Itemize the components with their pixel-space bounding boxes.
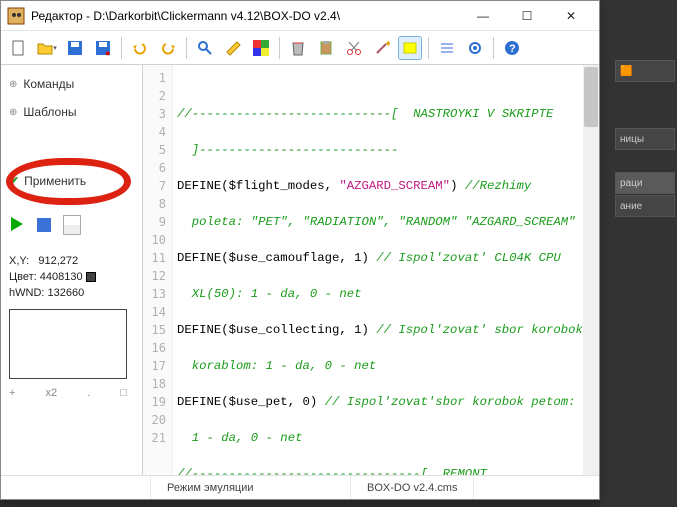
svg-text:?: ? (509, 43, 516, 55)
highlight-toggle[interactable] (398, 36, 422, 60)
window-title: Редактор - D:\Darkorbit\Clickermann v4.1… (31, 9, 461, 23)
chevron-right-icon: ⊕ (9, 79, 17, 90)
app-icon (7, 7, 25, 25)
bg-remnant-3: ание (615, 195, 675, 217)
color-label: Цвет: (9, 271, 37, 283)
color-value: 4408130 (40, 271, 83, 283)
color-picker-button[interactable] (249, 36, 273, 60)
zoom-in-button[interactable]: + (9, 387, 15, 399)
hwnd-label: hWND: (9, 287, 44, 299)
preview-canvas[interactable] (9, 309, 127, 379)
save-button[interactable] (63, 36, 87, 60)
editor-window: Редактор - D:\Darkorbit\Clickermann v4.1… (0, 0, 600, 500)
cut-button[interactable] (342, 36, 366, 60)
commands-label: Команды (23, 77, 74, 91)
line-gutter: 123456789101112131415161718192021 (143, 65, 173, 475)
paste-button[interactable] (314, 36, 338, 60)
commands-panel-toggle[interactable]: ⊕ Команды (9, 73, 134, 95)
sidebar: ⊕ Команды ⊕ Шаблоны ✔ Применить X,Y: 912… (1, 65, 143, 475)
undo-button[interactable] (128, 36, 152, 60)
preview-dot[interactable]: . (87, 387, 90, 399)
background-app: 🟧 ницы раци ание (600, 0, 677, 507)
bg-remnant-1: ницы (615, 128, 675, 150)
status-file: BOX-DO v2.4.cms (351, 476, 474, 499)
info-panel: X,Y: 912,272 Цвет: 4408130 hWND: 132660 (9, 253, 134, 301)
status-mode: Режим эмуляции (151, 476, 351, 499)
toolbar: ▾ ● ✦ ? (1, 31, 599, 65)
code-editor[interactable]: 123456789101112131415161718192021 //----… (143, 65, 599, 475)
find-button[interactable] (193, 36, 217, 60)
svg-text:●: ● (105, 48, 110, 56)
preview-box-toggle[interactable]: □ (120, 387, 127, 399)
chevron-right-icon: ⊕ (9, 107, 17, 118)
new-file-button[interactable] (7, 36, 31, 60)
save-as-button[interactable]: ● (91, 36, 115, 60)
status-left (1, 476, 151, 499)
code-text[interactable]: //---------------------------[ NASTROYKI… (173, 65, 599, 475)
svg-text:✦: ✦ (384, 40, 390, 50)
maximize-button[interactable]: ☐ (505, 1, 549, 31)
ruler-button[interactable] (221, 36, 245, 60)
preview-controls: + x2 . □ (9, 387, 127, 399)
titlebar: Редактор - D:\Darkorbit\Clickermann v4.1… (1, 1, 599, 31)
bg-remnant-2: раци (615, 172, 675, 194)
check-icon: ✔ (9, 174, 19, 188)
statusbar: Режим эмуляции BOX-DO v2.4.cms (1, 475, 599, 499)
open-file-button[interactable]: ▾ (35, 36, 59, 60)
help-button[interactable]: ? (500, 36, 524, 60)
delete-button[interactable] (286, 36, 310, 60)
templates-panel-toggle[interactable]: ⊕ Шаблоны (9, 101, 134, 123)
bg-remnant-icon: 🟧 (615, 60, 675, 82)
stop-button[interactable] (37, 218, 51, 232)
xy-value: 912,272 (38, 255, 78, 267)
run-controls (9, 215, 134, 235)
settings-button[interactable] (463, 36, 487, 60)
templates-label: Шаблоны (23, 105, 76, 119)
vertical-scrollbar[interactable] (583, 65, 599, 475)
apply-label: Применить (24, 174, 86, 188)
redo-button[interactable] (156, 36, 180, 60)
close-button[interactable]: ✕ (549, 1, 593, 31)
scrollbar-thumb[interactable] (584, 67, 598, 127)
log-button[interactable] (63, 215, 81, 235)
play-button[interactable] (9, 216, 25, 235)
apply-button[interactable]: ✔ Применить (9, 169, 134, 193)
magic-button[interactable]: ✦ (370, 36, 394, 60)
list-button[interactable] (435, 36, 459, 60)
hwnd-value: 132660 (48, 287, 85, 299)
zoom-level: x2 (46, 387, 58, 399)
xy-label: X,Y: (9, 255, 29, 267)
color-swatch (86, 272, 96, 282)
minimize-button[interactable]: — (461, 1, 505, 31)
